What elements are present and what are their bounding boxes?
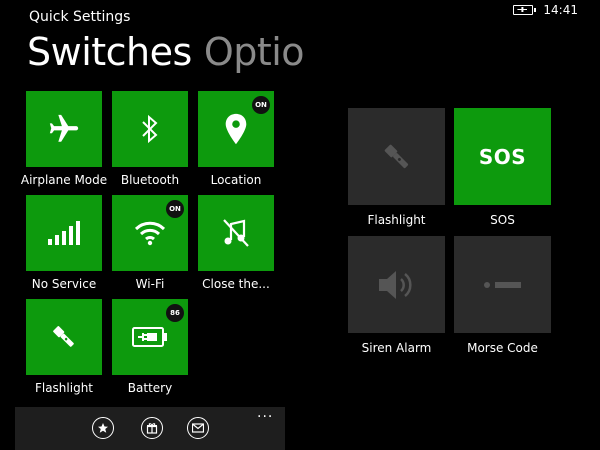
airplane-mode-tile[interactable] (26, 91, 102, 167)
bluetooth-tile[interactable] (112, 91, 188, 167)
app-title: Quick Settings (29, 9, 131, 25)
gift-button[interactable] (141, 417, 163, 439)
option-flashlight-tile[interactable] (348, 108, 445, 205)
pivot-item-switches[interactable]: Switches (27, 30, 192, 74)
flashlight-tile[interactable] (26, 299, 102, 375)
favorites-button[interactable] (92, 417, 114, 439)
tile-label: Flashlight (367, 213, 426, 227)
no-service-tile[interactable] (26, 195, 102, 271)
status-badge: 86 (166, 304, 184, 322)
mail-icon (192, 423, 204, 433)
music-off-icon (223, 219, 249, 247)
tile-label: Morse Code (467, 341, 538, 355)
status-bar: 14:41 (513, 2, 578, 18)
star-icon (98, 423, 108, 433)
location-pin-icon (225, 113, 247, 145)
tile-label: Siren Alarm (361, 341, 432, 355)
sos-text: SOS (478, 144, 527, 169)
tile-label: Airplane Mode (20, 173, 108, 187)
status-badge: ON (166, 200, 184, 218)
tile-label: Battery (127, 381, 173, 395)
tile-label: Bluetooth (120, 173, 180, 187)
close-music-tile[interactable] (198, 195, 274, 271)
speaker-icon (378, 270, 412, 299)
mail-button[interactable] (187, 417, 209, 439)
siren-alarm-tile[interactable] (348, 236, 445, 333)
morse-icon (483, 281, 521, 288)
tile-label: SOS (490, 213, 515, 227)
status-badge: ON (252, 96, 270, 114)
flashlight-icon (53, 326, 74, 347)
wifi-icon (134, 221, 166, 246)
tile-label: No Service (31, 277, 97, 291)
flashlight-icon (384, 144, 408, 168)
tile-label: Close the... (202, 277, 270, 291)
pivot-header: Switches Optio (27, 30, 305, 74)
sos-tile[interactable]: SOS (454, 108, 551, 205)
app-bar (15, 407, 285, 450)
morse-code-tile[interactable] (454, 236, 551, 333)
clock: 14:41 (543, 3, 578, 17)
tile-label: Wi-Fi (135, 277, 165, 291)
battery-icon (132, 327, 167, 347)
tile-label: Location (210, 173, 262, 187)
signal-bars-icon (48, 221, 80, 245)
gift-icon (146, 423, 158, 434)
tile-label: Flashlight (34, 381, 94, 395)
airplane-icon (49, 114, 79, 142)
bluetooth-icon (142, 114, 158, 144)
battery-charging-icon (513, 5, 537, 15)
pivot-item-options[interactable]: Optio (204, 30, 305, 74)
more-options-button[interactable]: ... (257, 405, 273, 421)
